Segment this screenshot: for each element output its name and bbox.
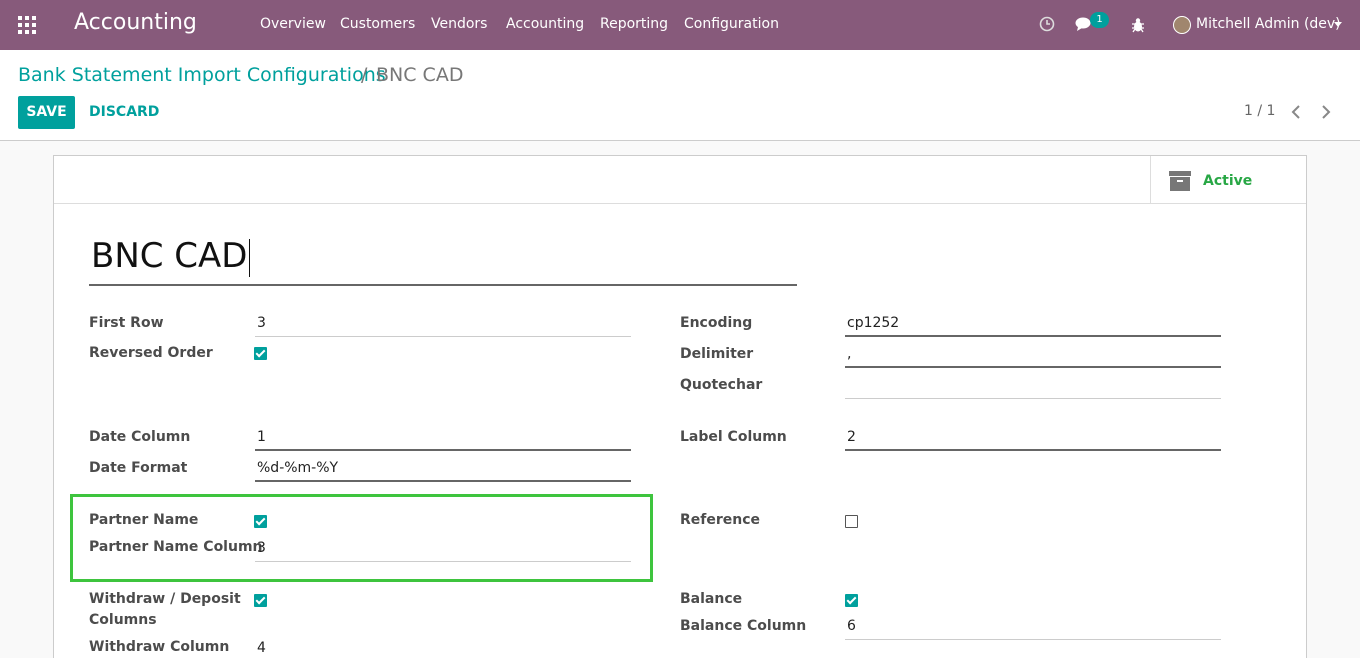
archive-box-icon [1169,171,1191,191]
breadcrumb-parent-link[interactable]: Bank Statement Import Configurations [18,64,386,86]
delimiter-input[interactable]: , [845,342,1221,368]
messages-badge: 1 [1090,12,1109,28]
save-button[interactable]: SAVE [18,96,75,129]
menu-overview[interactable]: Overview [260,16,326,36]
menu-accounting[interactable]: Accounting [506,16,584,36]
balance-label: Balance [680,591,743,607]
active-toggle-button[interactable]: Active [1150,156,1306,204]
withdraw-deposit-label-line2: Columns [89,612,157,628]
withdraw-column-input[interactable]: 4 [255,636,631,658]
date-format-label: Date Format [89,460,188,476]
activity-clock-icon[interactable] [1039,16,1055,32]
active-label: Active [1203,173,1253,189]
form-sheet: Active [53,155,1307,658]
menu-customers[interactable]: Customers [340,16,415,36]
breadcrumb-current: BNC CAD [376,64,464,86]
breadcrumb-separator: / [361,64,368,86]
debug-bug-icon[interactable] [1131,17,1145,33]
label-column-label: Label Column [680,429,787,445]
balance-column-input[interactable]: 6 [845,614,1221,640]
partner-name-label: Partner Name [89,512,199,528]
discard-button[interactable]: DISCARD [89,96,159,129]
reversed-order-label: Reversed Order [89,345,213,361]
reference-checkbox[interactable] [845,515,858,528]
delimiter-label: Delimiter [680,346,754,362]
reversed-order-checkbox[interactable] [254,347,267,360]
pager-previous-icon[interactable] [1289,104,1303,120]
record-name-value: BNC CAD [91,236,248,276]
date-column-label: Date Column [89,429,191,445]
balance-checkbox[interactable] [845,594,858,607]
balance-column-label: Balance Column [680,618,807,634]
user-avatar[interactable] [1173,16,1191,34]
text-cursor [248,238,250,277]
withdraw-deposit-label-line1: Withdraw / Deposit [89,591,241,607]
withdraw-deposit-checkbox[interactable] [254,594,267,607]
date-format-input[interactable]: %d-%m-%Y [255,456,631,482]
record-name-input[interactable]: BNC CAD [89,232,797,286]
pager-next-icon[interactable] [1319,104,1333,120]
date-column-input[interactable]: 1 [255,425,631,451]
user-menu-caret-icon[interactable] [1334,22,1342,27]
quotechar-input[interactable] [845,373,1221,399]
first-row-label: First Row [89,315,164,331]
first-row-input[interactable]: 3 [255,311,631,337]
reference-label: Reference [680,512,761,528]
quotechar-label: Quotechar [680,377,763,393]
user-name[interactable]: Mitchell Admin (dev) [1196,16,1341,32]
smart-button-box: Active [54,156,1306,204]
pager-value[interactable]: 1 / 1 [1244,103,1275,119]
partner-name-column-label: Partner Name Column [89,539,263,555]
encoding-input[interactable]: cp1252 [845,311,1221,337]
label-column-input[interactable]: 2 [845,425,1221,451]
apps-menu-icon[interactable] [18,16,36,34]
control-panel: Bank Statement Import Configurations / B… [0,50,1360,141]
top-navbar: Accounting Overview Customers Vendors Ac… [0,0,1360,50]
withdraw-column-label: Withdraw Column [89,639,230,655]
partner-name-checkbox[interactable] [254,515,267,528]
menu-vendors[interactable]: Vendors [431,16,487,36]
partner-name-column-input[interactable]: 3 [255,536,631,562]
encoding-label: Encoding [680,315,753,331]
menu-configuration[interactable]: Configuration [684,16,779,36]
app-title[interactable]: Accounting [74,10,197,35]
menu-reporting[interactable]: Reporting [600,16,668,36]
